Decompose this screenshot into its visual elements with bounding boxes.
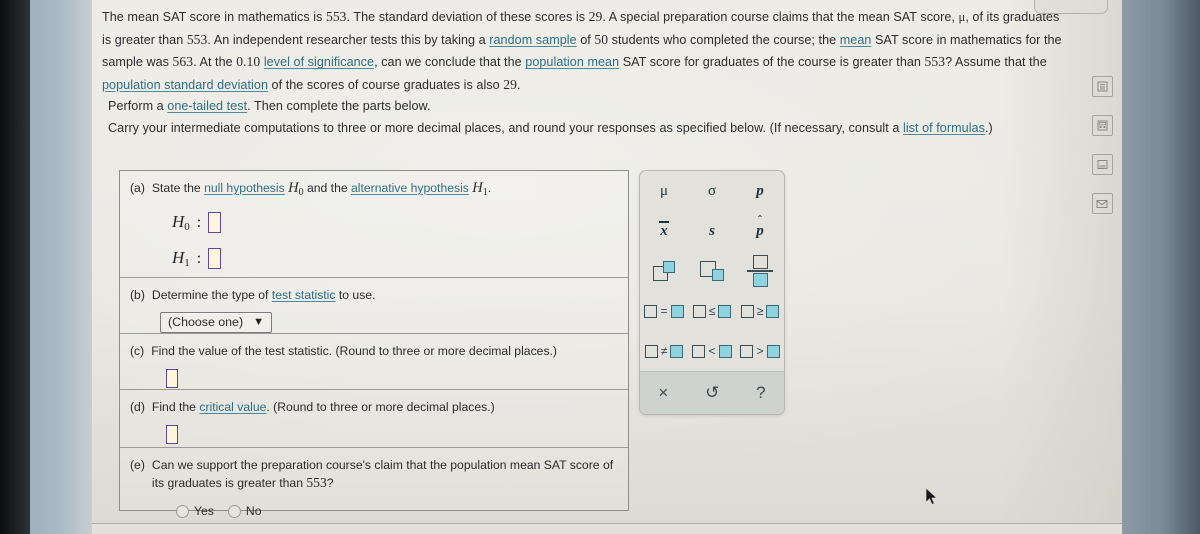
- critical-value-input[interactable]: [166, 425, 178, 444]
- part-b: (b) Determine the type of test statistic…: [120, 278, 628, 334]
- part-e-radio-group: Yes No: [176, 504, 620, 518]
- palette-footer: × ↺?: [640, 371, 784, 414]
- h1-symbol: H1: [172, 248, 190, 269]
- screen-edge-right: [1122, 0, 1200, 534]
- h0-colon: :: [196, 213, 202, 231]
- part-a: (a) State the null hypothesis H0 and the…: [120, 171, 628, 278]
- radio-yes[interactable]: Yes: [176, 504, 214, 518]
- inline-link[interactable]: null hypothesis: [204, 181, 285, 195]
- greater-than-relation[interactable]: >: [736, 331, 784, 371]
- rounding-instruction: Carry your intermediate computations to …: [108, 120, 993, 135]
- radio-no-dot: [227, 504, 241, 518]
- s-symbol[interactable]: s: [688, 211, 736, 251]
- screen-edge-left: [30, 0, 92, 534]
- palette-grid: μ σ p x s ˆ p = ≤ ≥ ≠ < >: [640, 171, 784, 371]
- test-statistic-input[interactable]: [166, 369, 178, 388]
- inline-link[interactable]: alternative hypothesis: [351, 181, 469, 195]
- h0-inline-symbol: H0: [288, 180, 304, 198]
- alternative-hypothesis-row: H1 :: [172, 248, 620, 269]
- test-statistic-select[interactable]: (Choose one) ▼: [160, 312, 272, 333]
- part-b-prompt: Determine the type of test statistic to …: [151, 288, 376, 302]
- inline-link[interactable]: one-tailed test: [167, 99, 247, 113]
- undo-button[interactable]: ↺: [705, 383, 719, 403]
- inline-link[interactable]: random sample: [489, 33, 576, 47]
- h1-colon: :: [196, 249, 202, 267]
- x-bar-symbol[interactable]: x: [640, 211, 688, 251]
- part-d: (d) Find the critical value. (Round to t…: [120, 390, 628, 448]
- radio-no[interactable]: No: [227, 504, 262, 518]
- less-equal-relation[interactable]: ≤: [688, 291, 736, 331]
- subscript-box[interactable]: [688, 251, 736, 291]
- greater-equal-relation[interactable]: ≥: [736, 291, 784, 331]
- less-than-relation[interactable]: <: [688, 331, 736, 371]
- perform-instruction: Perform a one-tailed test. Then complete…: [108, 99, 431, 114]
- question-panel: (a) State the null hypothesis H0 and the…: [119, 170, 629, 518]
- null-hypothesis-row: H0 :: [172, 212, 620, 233]
- superscript-box[interactable]: [640, 251, 688, 291]
- screen-photo: The mean SAT score in mathematics is 553…: [0, 0, 1200, 534]
- inline-link[interactable]: population standard deviation: [102, 78, 268, 92]
- monitor-bezel-left: [0, 0, 30, 534]
- radio-no-label: No: [245, 504, 262, 518]
- not-equal-relation[interactable]: ≠: [640, 331, 688, 371]
- mouse-cursor: [925, 487, 938, 511]
- clear-button[interactable]: ×: [658, 383, 668, 403]
- math-symbol-palette: μ σ p x s ˆ p = ≤ ≥ ≠ < > × ↺?: [639, 170, 785, 415]
- mu-symbol[interactable]: μ: [640, 171, 688, 211]
- inline-link[interactable]: population mean: [525, 55, 619, 69]
- sigma-symbol[interactable]: σ: [688, 171, 736, 211]
- part-d-prompt: Find the critical value. (Round to three…: [151, 400, 495, 414]
- fraction-box[interactable]: [736, 251, 784, 291]
- exercise-page: The mean SAT score in mathematics is 553…: [92, 0, 1122, 534]
- tool-rail: [1085, 76, 1119, 214]
- top-toolbar-button[interactable]: [1034, 0, 1108, 14]
- part-d-tag: (d): [130, 400, 145, 414]
- part-c: (c) Find the value of the test statistic…: [120, 334, 628, 390]
- h0-symbol: H0: [172, 212, 190, 233]
- h0-input[interactable]: [208, 212, 222, 233]
- inline-link[interactable]: level of significance: [264, 55, 374, 69]
- problem-paragraph: The mean SAT score in mathematics is 553…: [102, 9, 1062, 92]
- test-statistic-select-value: (Choose one): [168, 315, 244, 329]
- part-d-answer-wrap: [166, 425, 620, 444]
- calculator-icon[interactable]: [1091, 76, 1113, 97]
- chevron-down-icon: ▼: [253, 316, 264, 328]
- p-symbol[interactable]: p: [736, 171, 784, 211]
- inline-link[interactable]: mean: [840, 33, 872, 47]
- notes-icon[interactable]: [1091, 154, 1113, 175]
- radio-yes-dot: [176, 504, 189, 518]
- help-button[interactable]: ?: [756, 383, 765, 403]
- part-c-tag: (c): [130, 344, 145, 358]
- h1-input[interactable]: [208, 248, 222, 269]
- part-c-prompt: Find the value of the test statistic. (R…: [151, 344, 557, 358]
- message-icon[interactable]: [1091, 193, 1113, 214]
- inline-link[interactable]: critical value: [199, 400, 266, 414]
- part-a-prompt: State the null hypothesis H0 and the alt…: [151, 180, 492, 198]
- part-e: (e) Can we support the preparation cours…: [120, 448, 628, 518]
- part-e-tag: (e): [130, 458, 145, 472]
- p-hat-symbol[interactable]: ˆp: [736, 211, 784, 251]
- part-a-tag: (a): [130, 181, 145, 195]
- part-e-prompt: Can we support the preparation course's …: [151, 458, 614, 490]
- part-b-tag: (b): [130, 288, 145, 302]
- inline-link[interactable]: test statistic: [272, 288, 336, 302]
- inline-link[interactable]: list of formulas: [903, 121, 985, 135]
- part-c-answer-wrap: [166, 369, 620, 388]
- h1-inline-symbol: H1: [472, 180, 488, 198]
- radio-yes-label: Yes: [194, 504, 214, 518]
- problem-statement: The mean SAT score in mathematics is 553…: [102, 6, 1067, 140]
- equals-relation[interactable]: =: [640, 291, 688, 331]
- keypad-icon[interactable]: [1091, 115, 1113, 136]
